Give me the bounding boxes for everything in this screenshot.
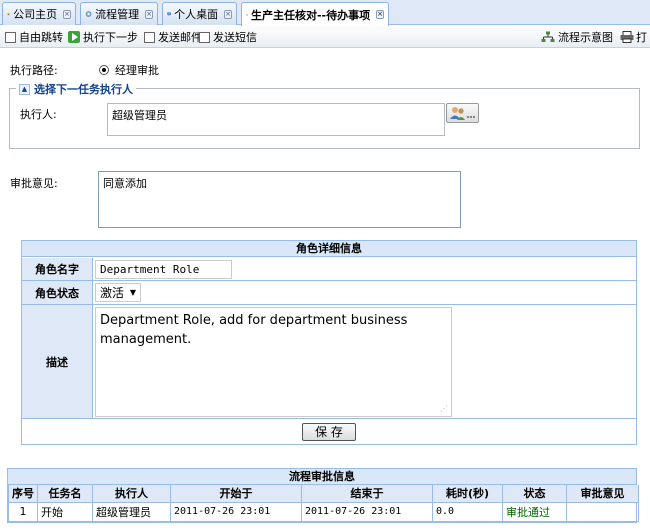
col-header: 开始于 xyxy=(170,485,302,503)
close-icon[interactable]: × xyxy=(63,9,71,19)
cell-index: 1 xyxy=(8,501,38,522)
flow-diagram-button[interactable]: 流程示意图 xyxy=(541,29,613,45)
send-sms-checkbox[interactable]: 发送短信 xyxy=(199,29,257,45)
col-header: 序号 xyxy=(8,485,38,503)
role-detail-title: 角色详细信息 xyxy=(22,241,636,257)
role-name-input[interactable]: Department Role xyxy=(95,260,232,279)
print-label: 打 xyxy=(636,31,647,44)
tab-flow-management[interactable]: 流程管理 × xyxy=(80,2,158,25)
role-status-value: 激活 xyxy=(100,286,125,300)
col-header: 结束于 xyxy=(301,485,433,503)
executor-label: 执行人: xyxy=(20,108,57,121)
free-jump-label: 自由跳转 xyxy=(19,31,63,44)
toolbar: 自由跳转 执行下一步 发送邮件 发送短信 流程示意图 打 xyxy=(0,26,650,48)
checkbox-icon[interactable] xyxy=(5,31,16,43)
cell-opinion xyxy=(566,501,639,522)
close-icon[interactable]: × xyxy=(376,10,384,19)
approval-panel: 流程审批信息 序号 任务名 执行人 开始于 结束于 耗时(秒) 状态 审批意见 … xyxy=(7,468,639,523)
legend-label: 选择下一任务执行人 xyxy=(34,83,133,96)
next-task-legend[interactable]: ▲ 选择下一任务执行人 xyxy=(16,81,136,97)
role-status-row: 激活 ▼ xyxy=(93,281,636,305)
close-icon[interactable]: × xyxy=(224,9,232,19)
role-name-label: 角色名字 xyxy=(22,258,93,281)
radio-icon[interactable] xyxy=(99,65,109,75)
close-icon[interactable]: × xyxy=(145,9,153,19)
role-desc-textarea[interactable]: Department Role, add for department busi… xyxy=(95,307,452,417)
dropdown-arrow-icon: ▼ xyxy=(129,288,136,297)
col-header: 审批意见 xyxy=(566,485,639,503)
select-user-button[interactable] xyxy=(446,103,479,123)
tab-label: 个人桌面 xyxy=(174,8,219,21)
approval-title: 流程审批信息 xyxy=(8,469,636,485)
printer-icon xyxy=(620,31,634,43)
executor-field[interactable]: 超级管理员 xyxy=(107,103,445,136)
role-status-select[interactable]: 激活 ▼ xyxy=(95,283,141,302)
tab-label: 流程管理 xyxy=(95,8,140,21)
gear-icon xyxy=(85,11,92,17)
home-icon xyxy=(7,12,10,16)
opinion-label: 审批意见: xyxy=(10,177,58,190)
col-header: 耗时(秒) xyxy=(432,485,503,503)
checkbox-icon[interactable] xyxy=(144,31,155,43)
tab-personal-desktop[interactable]: 个人桌面 × xyxy=(162,2,237,25)
free-jump-checkbox[interactable]: 自由跳转 xyxy=(5,29,63,45)
tab-label: 生产主任核对--待办事项 xyxy=(250,8,371,22)
table-row: 1 开始 超级管理员 2011-07-26 23:01 2011-07-26 2… xyxy=(8,501,639,522)
tab-label: 公司主页 xyxy=(13,8,58,21)
cell-start: 2011-07-26 23:01 xyxy=(170,501,302,522)
approval-table: 序号 任务名 执行人 开始于 结束于 耗时(秒) 状态 审批意见 1 开始 超级… xyxy=(8,485,639,522)
cell-status: 审批通过 xyxy=(502,501,567,522)
role-desc-label: 描述 xyxy=(22,305,93,419)
role-name-row: Department Role xyxy=(93,258,636,281)
next-task-fieldset: ▲ 选择下一任务执行人 执行人: 超级管理员 xyxy=(9,81,640,149)
edit-icon xyxy=(246,13,248,16)
send-sms-label: 发送短信 xyxy=(213,31,257,44)
approval-header-row: 序号 任务名 执行人 开始于 结束于 耗时(秒) 状态 审批意见 xyxy=(8,485,639,503)
cell-task: 开始 xyxy=(37,501,93,522)
collapse-icon[interactable]: ▲ xyxy=(19,83,30,95)
role-desc-row: Department Role, add for department busi… xyxy=(93,305,636,419)
tab-bar: 公司主页 × 流程管理 × 个人桌面 × 生产主任核对--待办事项 × xyxy=(0,0,650,26)
tab-home[interactable]: 公司主页 × xyxy=(2,2,76,25)
col-header: 状态 xyxy=(502,485,567,503)
resize-grip-icon[interactable]: ⋰ xyxy=(440,404,448,413)
role-status-label: 角色状态 xyxy=(22,281,93,305)
opinion-textarea[interactable]: 同意添加 xyxy=(98,171,461,228)
send-mail-label: 发送邮件 xyxy=(158,31,202,44)
role-detail-panel: 角色详细信息 角色名字 Department Role 角色状态 激活 ▼ 描述… xyxy=(21,240,637,445)
cell-end: 2011-07-26 23:01 xyxy=(301,501,433,522)
print-button[interactable]: 打 xyxy=(620,29,647,45)
cell-executor: 超级管理员 xyxy=(92,501,171,522)
next-step-label: 执行下一步 xyxy=(83,31,138,44)
user-select-icon xyxy=(449,107,475,120)
col-header: 执行人 xyxy=(92,485,171,503)
col-header: 任务名 xyxy=(37,485,93,503)
next-step-button[interactable]: 执行下一步 xyxy=(68,29,138,45)
path-radio-label: 经理审批 xyxy=(115,64,159,77)
flow-diagram-icon xyxy=(541,31,555,42)
send-mail-checkbox[interactable]: 发送邮件 xyxy=(144,29,202,45)
path-radio[interactable]: 经理审批 xyxy=(99,62,159,78)
checkbox-icon[interactable] xyxy=(199,31,210,43)
play-icon xyxy=(68,31,80,43)
cell-duration: 0.0 xyxy=(432,501,503,522)
save-button[interactable]: 保 存 xyxy=(302,423,356,441)
flow-diagram-label: 流程示意图 xyxy=(558,31,613,44)
path-label: 执行路径: xyxy=(10,64,58,77)
tab-pending-task[interactable]: 生产主任核对--待办事项 × xyxy=(241,2,389,26)
monitor-icon xyxy=(167,12,171,16)
